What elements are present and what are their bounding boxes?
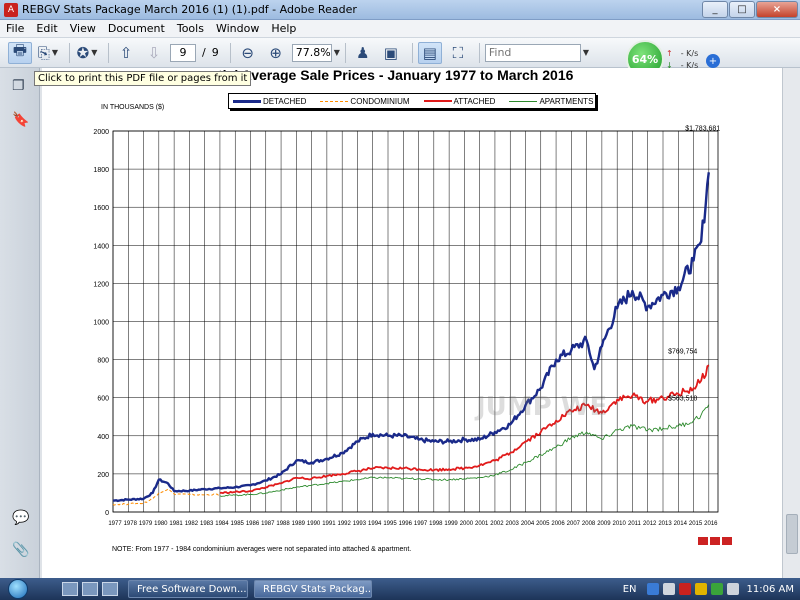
document-page [42, 68, 782, 578]
page-total: 9 [211, 46, 219, 59]
full-screen-button[interactable]: ⛶ [446, 42, 470, 64]
title-bar: A REBGV Stats Package March 2016 (1) (1)… [0, 0, 800, 20]
chevron-down-icon[interactable]: ▼ [583, 48, 589, 57]
chart-note: NOTE: From 1977 - 1984 condominium avera… [112, 546, 412, 553]
zoom-value: 77.8% [295, 46, 331, 59]
security-icon[interactable] [694, 583, 707, 595]
window-controls: _ □ × [701, 1, 798, 18]
menu-edit[interactable]: Edit [36, 22, 57, 35]
task-adobe-reader[interactable]: REBGV Stats Packag... [254, 580, 372, 598]
page-separator: / [202, 46, 206, 59]
watermark: JUMP WE [476, 392, 608, 422]
help-icon[interactable] [646, 583, 659, 595]
attachments-icon[interactable]: 📎 [12, 542, 29, 560]
legend-condominium: CONDOMINIUM [320, 97, 410, 106]
bookmarks-icon[interactable]: 🔖 [12, 112, 29, 130]
legend-swatch [423, 100, 452, 102]
plus-icon[interactable]: + [706, 54, 720, 68]
snapshot-button[interactable]: ▣ [379, 42, 403, 64]
chevron-down-icon: ▼ [91, 48, 98, 57]
volume-icon[interactable] [726, 583, 739, 595]
chevron-down-icon: ▼ [51, 48, 59, 57]
mls-logo [698, 537, 738, 551]
collaborate-icon: ✪ [76, 43, 90, 62]
system-tray: EN 11:06 AM [623, 578, 800, 600]
quick-launch-icon[interactable] [102, 582, 118, 596]
separator [344, 42, 346, 63]
legend-swatch [509, 100, 538, 102]
comments-icon[interactable]: 💬 [12, 510, 29, 528]
switch-windows-icon[interactable] [82, 582, 98, 596]
task-chrome[interactable]: Free Software Down... [128, 580, 248, 598]
full-screen-icon: ⛶ [452, 43, 464, 62]
legend-detached: DETACHED [233, 97, 306, 106]
create-pdf-icon: ⎘ [37, 43, 50, 62]
stamp-button[interactable]: ♟ [351, 42, 375, 64]
chart-legend: DETACHED CONDOMINIUM ATTACHED APARTMENTS [228, 93, 596, 109]
menu-tools[interactable]: Tools [177, 22, 204, 35]
fit-page-icon: ▤ [422, 43, 437, 62]
page-number-input[interactable] [170, 43, 196, 62]
clock[interactable]: 11:06 AM [747, 584, 794, 595]
printer-icon: 🖶 [12, 41, 28, 59]
zoom-select[interactable]: 77.8% [291, 43, 332, 62]
next-page-button[interactable]: ⇩ [142, 42, 166, 64]
maximize-button[interactable]: □ [729, 1, 755, 18]
menu-help[interactable]: Help [271, 22, 296, 35]
arrow-up-icon: ⇧ [119, 43, 133, 62]
y-axis-label: IN THOUSANDS ($) [101, 104, 165, 111]
zoom-in-icon: ⊕ [269, 43, 282, 62]
legend-apartments: APARTMENTS [509, 97, 593, 106]
navigation-panel: ❐ 🔖 💬 📎 [0, 68, 40, 578]
menu-bar: File Edit View Document Tools Window Hel… [0, 20, 800, 38]
update-icon[interactable] [710, 583, 723, 595]
legend-attached: ATTACHED [423, 97, 495, 106]
start-button[interactable] [0, 578, 36, 600]
legend-swatch [320, 100, 349, 102]
previous-page-button[interactable]: ⇧ [114, 42, 138, 64]
chevron-down-icon[interactable]: ▼ [334, 48, 340, 57]
separator [478, 42, 480, 63]
print-tooltip: Click to print this PDF file or pages fr… [34, 71, 252, 86]
network-icon[interactable] [662, 583, 675, 595]
menu-document[interactable]: Document [108, 22, 165, 35]
minimize-button[interactable]: _ [702, 1, 728, 18]
vertical-scrollbar[interactable] [782, 68, 800, 578]
zoom-out-icon: ⊖ [241, 43, 254, 62]
window-title: REBGV Stats Package March 2016 (1) (1).p… [22, 3, 357, 16]
close-button[interactable]: × [756, 1, 798, 18]
separator [108, 42, 109, 63]
legend-swatch [233, 99, 261, 103]
antivirus-icon[interactable] [678, 583, 691, 595]
create-pdf-button[interactable]: ⎘ ▼ [36, 42, 60, 64]
separator [69, 42, 70, 63]
zoom-in-button[interactable]: ⊕ [264, 42, 288, 64]
separator [229, 42, 231, 63]
print-button[interactable]: 🖶 [8, 41, 32, 64]
zoom-out-button[interactable]: ⊖ [236, 42, 260, 64]
upload-speed: ↑ - K/s [666, 49, 699, 58]
pages-icon[interactable]: ❐ [12, 78, 28, 96]
language-indicator[interactable]: EN [623, 584, 637, 595]
adobe-reader-icon: A [4, 2, 18, 17]
arrow-up-icon: ↑ [666, 49, 673, 58]
menu-view[interactable]: View [70, 22, 96, 35]
camera-icon: ▣ [383, 43, 398, 62]
menu-file[interactable]: File [6, 22, 24, 35]
find-input[interactable] [484, 43, 581, 62]
menu-window[interactable]: Window [216, 22, 259, 35]
scrollbar-thumb[interactable] [786, 514, 798, 554]
fit-page-button[interactable]: ▤ [417, 41, 442, 64]
stamp-icon: ♟ [356, 43, 370, 62]
arrow-down-icon: ⇩ [147, 43, 161, 62]
taskbar: Free Software Down... REBGV Stats Packag… [0, 578, 800, 600]
collaborate-button[interactable]: ✪ ▼ [75, 42, 99, 64]
show-desktop-icon[interactable] [62, 582, 78, 596]
windows-logo-icon [8, 579, 28, 599]
separator [411, 42, 413, 63]
